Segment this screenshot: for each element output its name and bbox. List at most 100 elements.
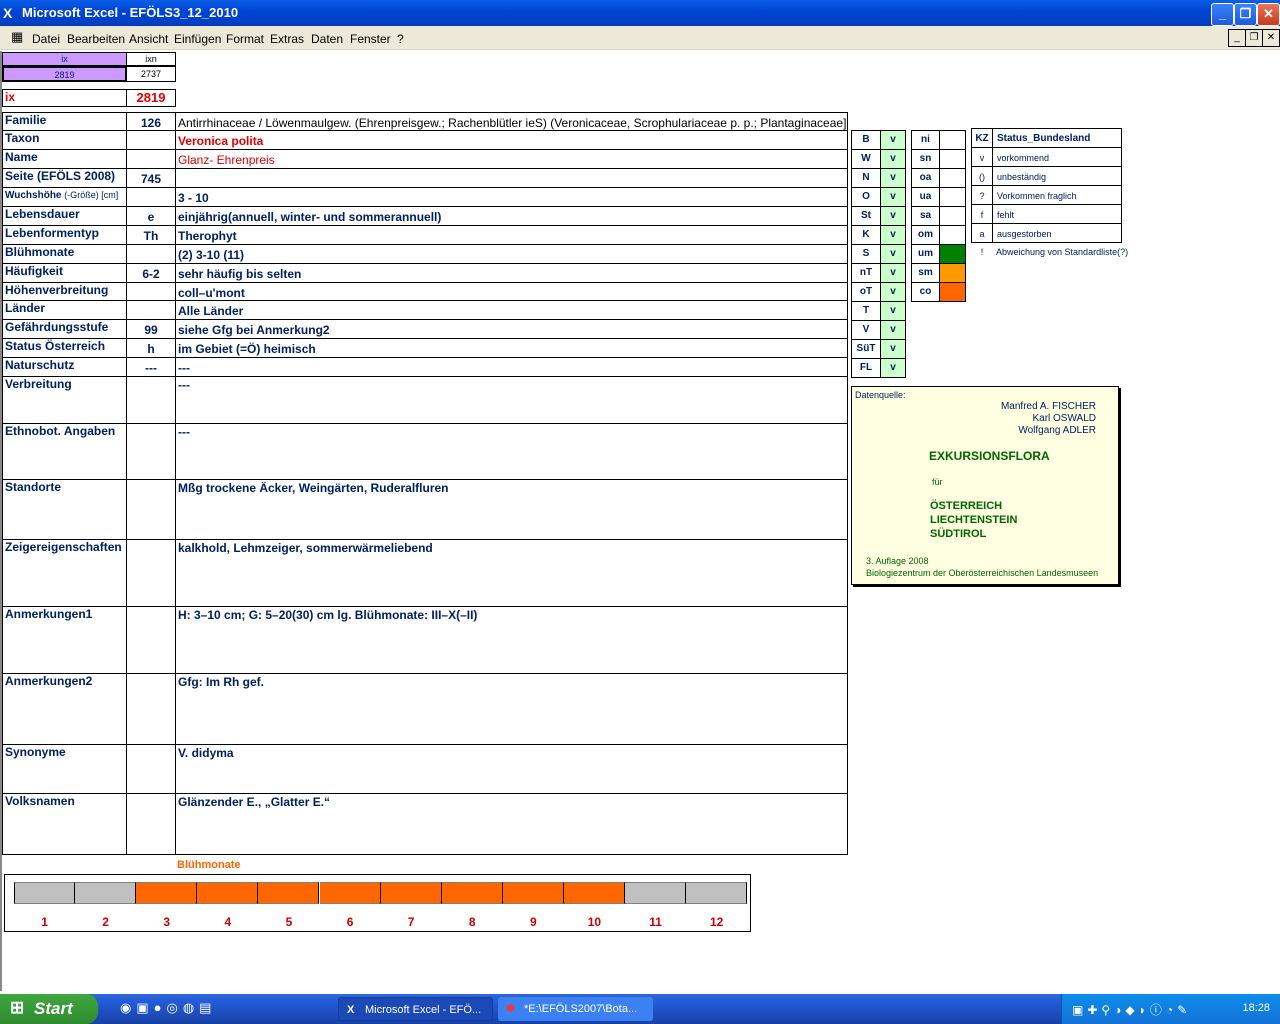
land-status[interactable]: v [880,149,906,169]
row-value[interactable]: --- [175,423,848,480]
menu-einfuegen[interactable]: Einfügen [174,32,221,46]
row-value[interactable]: kalkhold, Lehmzeiger, sommerwärmeliebend [175,539,848,607]
land-status[interactable]: v [880,130,906,150]
row-value[interactable]: Veronica polita [175,130,848,150]
land-status[interactable]: v [880,187,906,207]
land-code[interactable]: N [851,168,881,188]
row-label[interactable]: Lebensdauer [2,206,127,226]
row-label[interactable]: Synonyme [2,744,127,794]
hoehe-marker[interactable] [939,244,966,264]
row-label[interactable]: Name [2,149,127,169]
workbook-icon[interactable]: ▦ [11,29,23,45]
row-value[interactable]: Glänzender E., „Glatter E.“ [175,793,848,855]
land-status[interactable]: v [880,282,906,302]
hoehe-code[interactable]: sa [911,206,940,226]
hoehe-code[interactable]: oa [911,168,940,188]
task-acrobat[interactable]: ✱ *E:\EFÖLS2007\Bota... [498,997,653,1021]
legend-kz[interactable]: a [971,223,993,243]
land-code[interactable]: St [851,206,881,226]
land-code[interactable]: O [851,187,881,207]
ix-value-cell[interactable]: 2819 [2,66,127,82]
ix-big-value[interactable]: 2819 [126,89,176,107]
row-label[interactable]: Häufigkeit [2,263,127,283]
land-status[interactable]: v [880,225,906,245]
row-code[interactable]: Th [126,225,176,245]
row-value[interactable]: einjährig(annuell, winter- und sommerann… [175,206,848,226]
row-code[interactable]: 745 [126,168,176,188]
legend-text[interactable]: unbeständig [992,166,1122,186]
menu-fenster[interactable]: Fenster [350,32,391,46]
hoehe-marker[interactable] [939,130,966,150]
menu-format[interactable]: Format [226,32,264,46]
menu-extras[interactable]: Extras [270,32,304,46]
row-value[interactable]: H: 3–10 cm; G: 5–20(30) cm lg. Blühmonat… [175,606,848,674]
row-value[interactable]: Glanz- Ehrenpreis [175,149,848,169]
row-code[interactable] [126,673,176,745]
legend-kz[interactable]: v [971,147,993,167]
row-code[interactable]: 6-2 [126,263,176,283]
legend-text[interactable]: Vorkommen fraglich [992,185,1122,205]
hoehe-code[interactable]: co [911,282,940,302]
row-code[interactable] [126,376,176,424]
hoehe-code[interactable]: om [911,225,940,245]
row-value[interactable]: sehr häufig bis selten [175,263,848,283]
legend-kz[interactable]: () [971,166,993,186]
row-code[interactable]: 126 [126,112,176,131]
row-value[interactable]: im Gebiet (=Ö) heimisch [175,338,848,358]
close-button[interactable]: ✕ [1257,3,1280,26]
row-value[interactable]: V. didyma [175,744,848,794]
menu-daten[interactable]: Daten [311,32,343,46]
row-value[interactable]: Mßg trockene Äcker, Weingärten, Ruderalf… [175,479,848,540]
row-code[interactable] [126,744,176,794]
quicklaunch-icons[interactable]: ◉▣●◎◍▤ [120,1000,216,1016]
row-label[interactable]: Lebenformentyp [2,225,127,245]
row-label[interactable]: Länder [2,300,127,320]
tray-icons[interactable]: ▣✚⚲◑◆◗ⓘ◔✎ [1072,1001,1191,1018]
row-code[interactable] [126,793,176,855]
row-label[interactable]: Taxon [2,130,127,150]
row-code[interactable] [126,539,176,607]
legend-text[interactable]: vorkommend [992,147,1122,167]
land-code[interactable]: SüT [851,339,881,359]
row-label[interactable]: Anmerkungen2 [2,673,127,745]
doc-restore-button[interactable]: ❐ [1245,29,1263,47]
row-code[interactable]: 99 [126,319,176,339]
land-code[interactable]: W [851,149,881,169]
hoehe-marker[interactable] [939,187,966,207]
land-code[interactable]: V [851,320,881,340]
menu-bearbeiten[interactable]: Bearbeiten [67,32,125,46]
row-label[interactable]: Verbreitung [2,376,127,424]
row-label[interactable]: Zeigereigenschaften [2,539,127,607]
land-status[interactable]: v [880,206,906,226]
row-label[interactable]: Seite (EFÖLS 2008) [2,168,127,188]
row-label[interactable]: Familie [2,112,127,131]
row-value[interactable]: (2) 3-10 (11) [175,244,848,264]
doc-close-button[interactable]: ✕ [1262,29,1280,47]
row-code[interactable] [126,479,176,540]
land-status[interactable]: v [880,263,906,283]
menu-ansicht[interactable]: Ansicht [129,32,168,46]
menu-help[interactable]: ? [397,32,404,46]
minimize-button[interactable]: _ [1211,3,1234,26]
row-label[interactable]: Wuchshöhe (-Größe) [cm] [2,187,127,207]
land-status[interactable]: v [880,320,906,340]
restore-button[interactable]: ❐ [1234,3,1257,26]
row-code[interactable] [126,282,176,301]
hoehe-marker[interactable] [939,263,966,283]
row-code[interactable] [126,300,176,320]
row-value[interactable]: Therophyt [175,225,848,245]
land-code[interactable]: FL [851,358,881,378]
row-value[interactable]: 3 - 10 [175,187,848,207]
row-value[interactable]: --- [175,357,848,377]
row-code[interactable] [126,149,176,169]
hoehe-marker[interactable] [939,206,966,226]
row-code[interactable]: e [126,206,176,226]
row-value[interactable] [175,168,848,188]
row-value[interactable]: coll–u'mont [175,282,848,301]
row-code[interactable] [126,130,176,150]
row-value[interactable]: siehe Gfg bei Anmerkung2 [175,319,848,339]
land-code[interactable]: oT [851,282,881,302]
land-code[interactable]: K [851,225,881,245]
legend-text[interactable]: fehlt [992,204,1122,224]
legend-text[interactable]: ausgestorben [992,223,1122,243]
